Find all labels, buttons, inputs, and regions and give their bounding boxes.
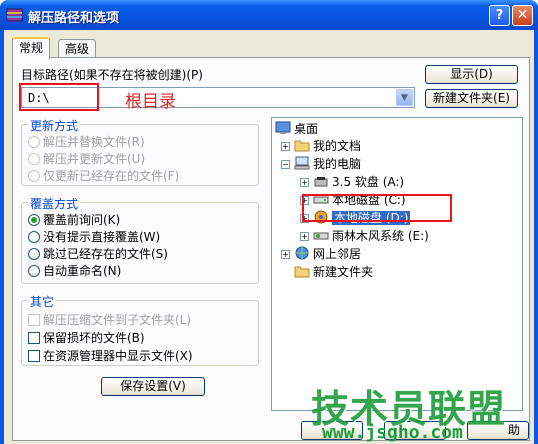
tree-expander[interactable]: +	[300, 232, 309, 241]
folder-icon	[294, 266, 310, 278]
tree-item-desktop[interactable]: 桌面	[275, 121, 318, 137]
title-bar[interactable]: 解压路径和选项 ? ✕	[0, 0, 538, 30]
radio-indicator	[28, 136, 40, 148]
tree-expander[interactable]: +	[281, 250, 290, 259]
radio-update-existing: 仅更新已经存在的文件(F)	[28, 169, 179, 184]
checkbox-show-in-explorer[interactable]: 在资源管理器中显示文件(X)	[28, 349, 193, 364]
radio-skip-existing[interactable]: 跳过已经存在的文件(S)	[28, 247, 168, 262]
radio-extract-replace: 解压并替换文件(R)	[28, 135, 145, 150]
tree-item-my-computer[interactable]: 我的电脑	[294, 156, 361, 172]
radio-overwrite-without-prompt[interactable]: 没有提示直接覆盖(W)	[28, 230, 160, 245]
show-button[interactable]: 显示(D)	[425, 65, 518, 84]
help-button[interactable]: ?	[489, 5, 510, 26]
checkbox-keep-broken-files[interactable]: 保留损坏的文件(B)	[28, 331, 145, 346]
tree-expander[interactable]: +	[281, 142, 290, 151]
tree-item-floppy[interactable]: 3.5 软盘 (A:)	[313, 174, 404, 190]
checkbox-extract-to-subfolder: 解压压缩文件到子文件夹(L)	[28, 313, 191, 328]
update-mode-title: 更新方式	[28, 117, 81, 134]
floppy-icon	[314, 177, 328, 187]
save-settings-button[interactable]: 保存设置(V)	[101, 377, 205, 396]
new-folder-button[interactable]: 新建文件夹(E)	[425, 89, 518, 108]
checkbox-indicator	[28, 314, 40, 326]
tree-item-drive-e[interactable]: 雨林木风系统 (E:)	[313, 228, 429, 244]
tree-item-network[interactable]: 网上邻居	[294, 246, 361, 262]
computer-icon	[294, 156, 310, 170]
watermark-url: www.jsgho.com	[322, 422, 463, 443]
misc-title: 其它	[28, 293, 57, 310]
tree-collapser[interactable]: −	[281, 160, 290, 169]
folder-icon	[294, 140, 310, 152]
target-path-label: 目标路径(如果不存在将被创建)(P)	[21, 68, 203, 82]
tree-item-my-documents[interactable]: 我的文档	[294, 138, 361, 154]
update-mode-group: 更新方式 解压并替换文件(R) 解压并更新文件(U) 仅更新已经存在的文件(F)	[21, 117, 259, 186]
radio-indicator	[28, 214, 40, 226]
radio-auto-rename[interactable]: 自动重命名(N)	[28, 264, 121, 279]
radio-indicator	[28, 248, 40, 260]
radio-indicator	[28, 265, 40, 277]
radio-indicator	[28, 231, 40, 243]
radio-extract-update: 解压并更新文件(U)	[28, 152, 145, 167]
overwrite-mode-group: 覆盖方式 覆盖前询问(K) 没有提示直接覆盖(W) 跳过已经存在的文件(S) 自…	[21, 195, 259, 284]
radio-indicator	[28, 170, 40, 182]
overwrite-mode-title: 覆盖方式	[28, 195, 81, 212]
drive-icon	[313, 232, 329, 240]
desktop-icon	[275, 121, 291, 134]
network-icon	[295, 246, 309, 260]
checkbox-indicator	[28, 332, 40, 344]
folder-tree[interactable]: 桌面 + 我的文档 − 我的电脑 + 3.5 软盘 (A:) + 本地磁盘 (C…	[271, 117, 523, 411]
window-title: 解压路径和选项	[28, 11, 120, 26]
checkbox-indicator	[28, 350, 40, 362]
tree-expander[interactable]: +	[300, 178, 309, 187]
close-button[interactable]: ✕	[512, 5, 533, 26]
radio-ask-before-overwrite[interactable]: 覆盖前询问(K)	[28, 213, 120, 228]
highlight-box-drive-d	[302, 194, 452, 222]
tab-general[interactable]: 常规	[12, 37, 51, 59]
radio-indicator	[28, 153, 40, 165]
chevron-down-icon[interactable]: ▼	[396, 89, 413, 106]
root-dir-annotation: 根目录	[125, 92, 176, 112]
highlight-box-path	[19, 83, 99, 111]
winrar-app-icon	[6, 8, 23, 22]
tab-advanced[interactable]: 高级	[58, 39, 97, 59]
misc-group: 其它 解压压缩文件到子文件夹(L) 保留损坏的文件(B) 在资源管理器中显示文件…	[21, 293, 259, 366]
tree-item-new-folder[interactable]: 新建文件夹	[294, 264, 373, 280]
